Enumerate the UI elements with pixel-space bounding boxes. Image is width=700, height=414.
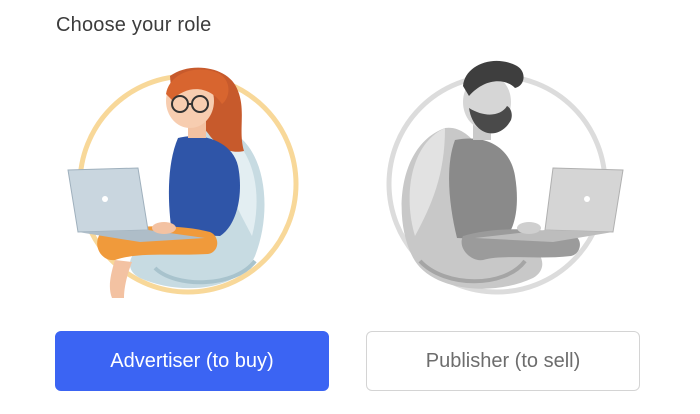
woman-laptop-illustration bbox=[67, 67, 299, 298]
advertiser-button[interactable]: Advertiser (to buy) bbox=[55, 331, 329, 391]
page-title: Choose your role bbox=[56, 14, 212, 36]
advertiser-illustration[interactable] bbox=[60, 56, 320, 306]
publisher-illustration[interactable] bbox=[375, 56, 635, 306]
publisher-button[interactable]: Publisher (to sell) bbox=[366, 331, 640, 391]
man-laptop-illustration bbox=[386, 60, 624, 295]
